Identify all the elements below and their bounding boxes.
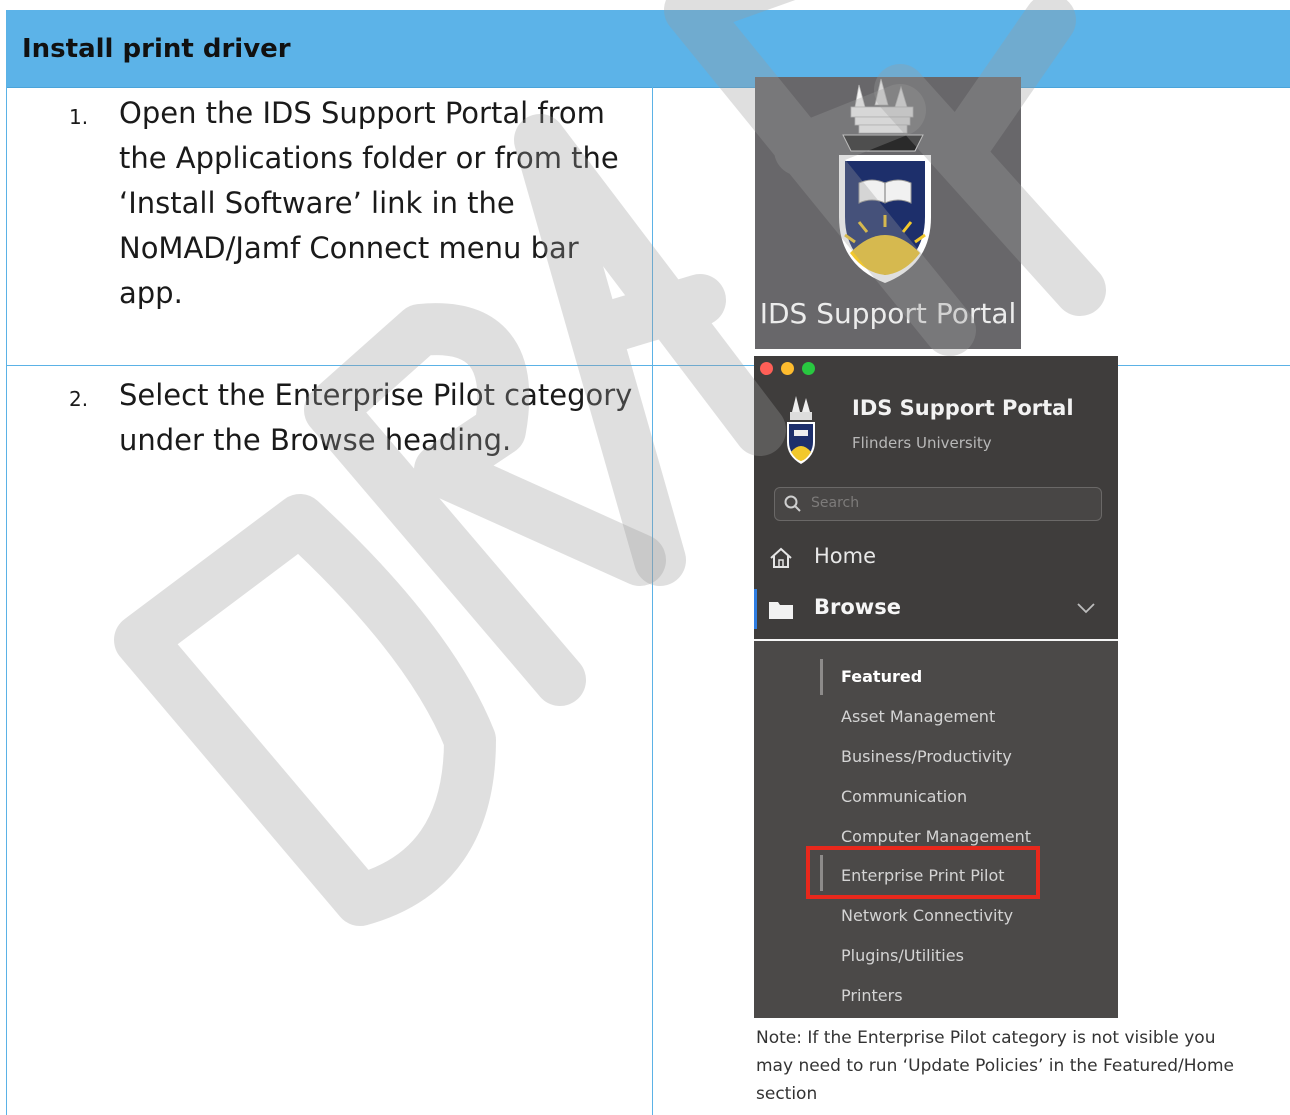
home-icon xyxy=(770,547,792,568)
search-placeholder: Search xyxy=(811,495,860,511)
category-asset-management[interactable]: Asset Management xyxy=(841,707,995,726)
portal-logo-icon xyxy=(787,396,815,464)
app-icon-image: IDS Support Portal xyxy=(755,77,1021,349)
category-communication[interactable]: Communication xyxy=(841,787,967,806)
category-featured[interactable]: Featured xyxy=(841,667,922,686)
search-input[interactable]: Search xyxy=(774,487,1102,521)
search-icon xyxy=(784,495,801,512)
app-icon-label: IDS Support Portal xyxy=(759,297,1017,330)
portal-title: IDS Support Portal xyxy=(852,396,1074,420)
portal-screenshot: IDS Support Portal Flinders University S… xyxy=(754,356,1118,1018)
highlight-box xyxy=(806,846,1040,899)
step-2-text: Select the Enterprise Pilot category und… xyxy=(119,378,633,457)
section-header: Install print driver xyxy=(7,10,1290,88)
nav-home-label: Home xyxy=(814,544,877,568)
crest-icon xyxy=(839,78,931,283)
step-1-number: 1. xyxy=(69,105,89,129)
step-2-number: 2. xyxy=(69,387,89,411)
note-text: Note: If the Enterprise Pilot category i… xyxy=(756,1028,1234,1104)
column-divider xyxy=(652,87,653,1115)
step-1-text: Open the IDS Support Portal from the App… xyxy=(119,96,619,310)
chevron-down-icon[interactable] xyxy=(1076,601,1096,615)
step-1: 1. Open the IDS Support Portal from the … xyxy=(69,91,634,351)
category-network-connectivity[interactable]: Network Connectivity xyxy=(841,906,1013,925)
step-2: 2. Select the Enterprise Pilot category … xyxy=(69,373,634,513)
category-business-productivity[interactable]: Business/Productivity xyxy=(841,747,1012,766)
maximize-window-icon[interactable] xyxy=(802,362,815,375)
nav-browse[interactable]: Browse xyxy=(754,589,1118,629)
minimize-window-icon[interactable] xyxy=(781,362,794,375)
category-printers[interactable]: Printers xyxy=(841,986,903,1005)
nav-browse-label: Browse xyxy=(814,595,901,619)
close-window-icon[interactable] xyxy=(760,362,773,375)
section-title: Install print driver xyxy=(22,34,291,64)
browse-active-indicator xyxy=(754,589,757,629)
category-plugins-utilities[interactable]: Plugins/Utilities xyxy=(841,946,964,965)
folder-icon xyxy=(769,602,793,619)
featured-selected-indicator xyxy=(820,659,823,695)
category-computer-management[interactable]: Computer Management xyxy=(841,827,1031,846)
portal-subtitle: Flinders University xyxy=(852,434,992,452)
separator-line xyxy=(754,639,1118,641)
